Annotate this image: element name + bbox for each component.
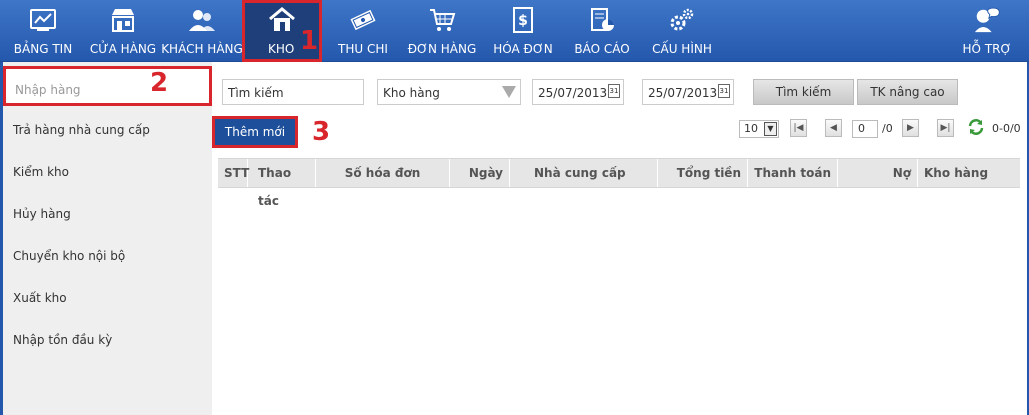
nav-item-hoa-don[interactable]: $ HÓA ĐƠN xyxy=(488,0,558,62)
last-page-button[interactable]: ▶| xyxy=(937,119,954,137)
callout-1: 1 xyxy=(300,26,319,56)
nav-item-cau-hinh[interactable]: CẤU HÌNH xyxy=(644,0,720,62)
report-icon xyxy=(588,7,616,33)
sidebar-item-kiem-kho[interactable]: Kiểm kho xyxy=(13,165,69,179)
total-pages: /0 xyxy=(882,122,893,135)
money-icon xyxy=(349,7,377,33)
search-input[interactable]: Tìm kiếm xyxy=(222,79,364,105)
sidebar-item-tra-hang[interactable]: Trả hàng nhà cung cấp xyxy=(13,123,150,137)
sidebar-item-nhap-hang[interactable]: Nhập hàng xyxy=(3,66,212,106)
first-page-button[interactable]: |◀ xyxy=(790,119,807,137)
nav-item-bang-tin[interactable]: BẢNG TIN xyxy=(8,0,78,62)
column-header[interactable]: Tổng tiền xyxy=(658,159,748,187)
warehouse-select[interactable]: Kho hàng xyxy=(377,79,521,105)
record-range: 0-0/0 xyxy=(992,122,1021,135)
sidebar-item-xuat-kho[interactable]: Xuất kho xyxy=(13,291,67,305)
calendar-icon[interactable]: 31 xyxy=(608,84,620,98)
support-icon xyxy=(973,7,1001,33)
add-new-button[interactable]: Thêm mới xyxy=(212,116,298,148)
nav-item-thu-chi[interactable]: THU CHI xyxy=(330,0,396,62)
column-header[interactable]: Ngày xyxy=(450,159,510,187)
sidebar: Nhập hàng Trả hàng nhà cung cấp Kiểm kho… xyxy=(3,62,212,415)
settings-icon xyxy=(668,7,696,33)
svg-text:$: $ xyxy=(518,13,528,29)
column-header[interactable]: Thao tác xyxy=(248,159,316,208)
nav-item-ho-tro[interactable]: HỖ TRỢ xyxy=(954,0,1020,62)
table-header: STT Thao tác Số hóa đơn Ngày Nhà cung cấ… xyxy=(218,158,1020,208)
dashboard-icon xyxy=(29,7,57,33)
column-header[interactable]: Số hóa đơn xyxy=(316,159,450,187)
column-header[interactable]: Thanh toán xyxy=(748,159,838,187)
sidebar-item-chuyen-kho[interactable]: Chuyển kho nội bộ xyxy=(13,249,125,263)
chevron-down-icon xyxy=(502,86,516,98)
nav-item-don-hang[interactable]: ĐƠN HÀNG xyxy=(404,0,480,62)
callout-2: 2 xyxy=(150,68,169,98)
store-icon xyxy=(109,7,137,33)
nav-item-cua-hang[interactable]: CỬA HÀNG xyxy=(88,0,158,62)
search-button[interactable]: Tìm kiếm xyxy=(753,79,854,105)
sidebar-item-huy-hang[interactable]: Hủy hàng xyxy=(13,207,71,221)
cart-icon xyxy=(428,7,456,33)
nav-item-khach-hang[interactable]: KHÁCH HÀNG xyxy=(160,0,244,62)
refresh-icon[interactable] xyxy=(967,118,985,139)
column-header[interactable]: Nhà cung cấp xyxy=(510,159,658,187)
chevron-down-icon: ▼ xyxy=(764,122,777,136)
column-header[interactable]: Kho hàng xyxy=(918,159,1020,187)
column-header[interactable]: STT xyxy=(218,159,249,187)
nav-item-bao-cao[interactable]: BÁO CÁO xyxy=(566,0,638,62)
callout-3: 3 xyxy=(312,117,331,147)
calendar-icon[interactable]: 31 xyxy=(718,84,730,98)
warehouse-icon xyxy=(268,7,296,33)
top-nav: BẢNG TIN CỬA HÀNG KHÁCH HÀNG KHO 1 THU C… xyxy=(0,0,1029,62)
advanced-search-button[interactable]: TK nâng cao xyxy=(857,79,958,105)
date-from-field[interactable]: 25/07/2013 31 xyxy=(532,79,624,105)
page-size-select[interactable]: 10 ▼ xyxy=(739,120,779,138)
page-number-input[interactable]: 0 xyxy=(852,120,878,138)
column-header[interactable]: Nợ xyxy=(838,159,918,187)
prev-page-button[interactable]: ◀ xyxy=(825,119,842,137)
customers-icon xyxy=(188,7,216,33)
invoice-icon: $ xyxy=(509,7,537,33)
sidebar-item-nhap-ton[interactable]: Nhập tồn đầu kỳ xyxy=(13,333,112,347)
next-page-button[interactable]: ▶ xyxy=(902,119,919,137)
date-to-field[interactable]: 25/07/2013 31 xyxy=(642,79,734,105)
